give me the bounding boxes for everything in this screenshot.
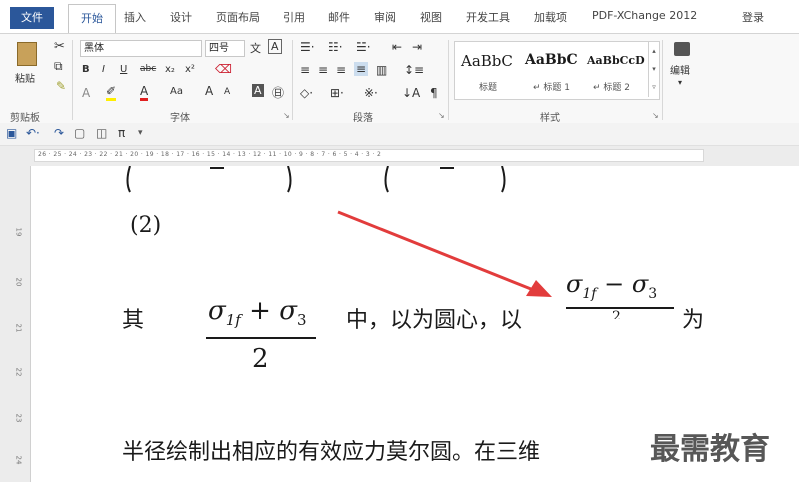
red-arrow-icon — [337, 210, 552, 297]
watermark-logo: 最需教育 — [650, 432, 770, 467]
